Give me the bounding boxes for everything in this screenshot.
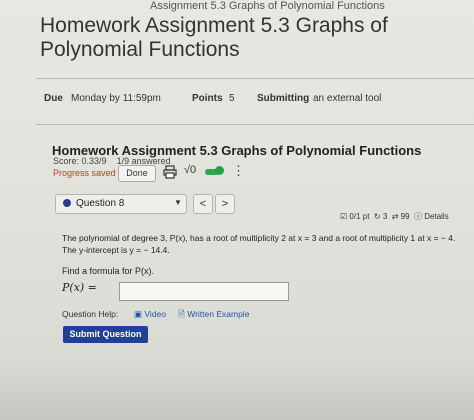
breadcrumb: Assignment 5.3 Graphs of Polynomial Func… [150,0,385,12]
answer-label: P(x) = [62,281,97,294]
done-button[interactable]: Done [118,165,156,182]
chevron-down-icon: ▼ [174,198,182,207]
due-value: Monday by 11:59pm [71,93,161,104]
next-question-button[interactable]: > [215,194,235,214]
video-icon: ▣ [134,309,143,319]
video-link[interactable]: ▣ Video [134,309,166,320]
question-select-label: Question 8 [76,198,125,209]
points-per-question: 0/1 pt [349,212,370,221]
written-example-label: Written Example [187,309,250,319]
print-icon[interactable] [163,165,177,179]
previous-question-button[interactable]: < [193,194,213,214]
divider [36,78,474,79]
written-example-link[interactable]: 🗎 Written Example [178,309,249,323]
progress-status: Progress saved [53,168,116,178]
details-link[interactable]: Details [424,212,448,221]
toggle-knob[interactable] [215,166,224,175]
question-status-dot [63,199,71,207]
more-options-icon[interactable]: ⋮ [232,163,245,179]
submit-question-button[interactable]: Submit Question [63,326,148,343]
page-title: Homework Assignment 5.3 Graphs of Polyno… [40,14,388,61]
retry-icon: ↻ [373,212,381,221]
score-text: Score: 0.33/9 [53,156,107,166]
page: Assignment 5.3 Graphs of Polynomial Func… [0,0,474,420]
attempts-icon: ⇄ [391,212,399,221]
question-text: The polynomial of degree 3, P(x), has a … [62,233,456,255]
divider [36,124,474,125]
submitting-label: Submitting [257,93,310,104]
retries-count: 3 [382,212,388,221]
points-value: 5 [229,93,235,104]
question-prompt: Find a formula for P(x). [62,266,155,276]
points-label: Points [192,93,223,104]
answer-input[interactable] [119,282,289,301]
question-stats: ☑ 0/1 pt ↻ 3 ⇄ 99 ⓘ Details [340,211,449,222]
document-icon: 🗎 [178,309,185,319]
math-entry-icon[interactable]: √0 [184,164,196,176]
video-link-label: Video [144,309,166,319]
attempts-count: 99 [400,212,410,221]
info-icon[interactable]: ⓘ [414,212,422,221]
bottom-shadow [0,360,474,420]
submitting-value: an external tool [313,93,382,104]
score-icon: ☑ [340,212,348,221]
question-help-label: Question Help: [62,309,119,319]
due-label: Due [44,93,63,104]
